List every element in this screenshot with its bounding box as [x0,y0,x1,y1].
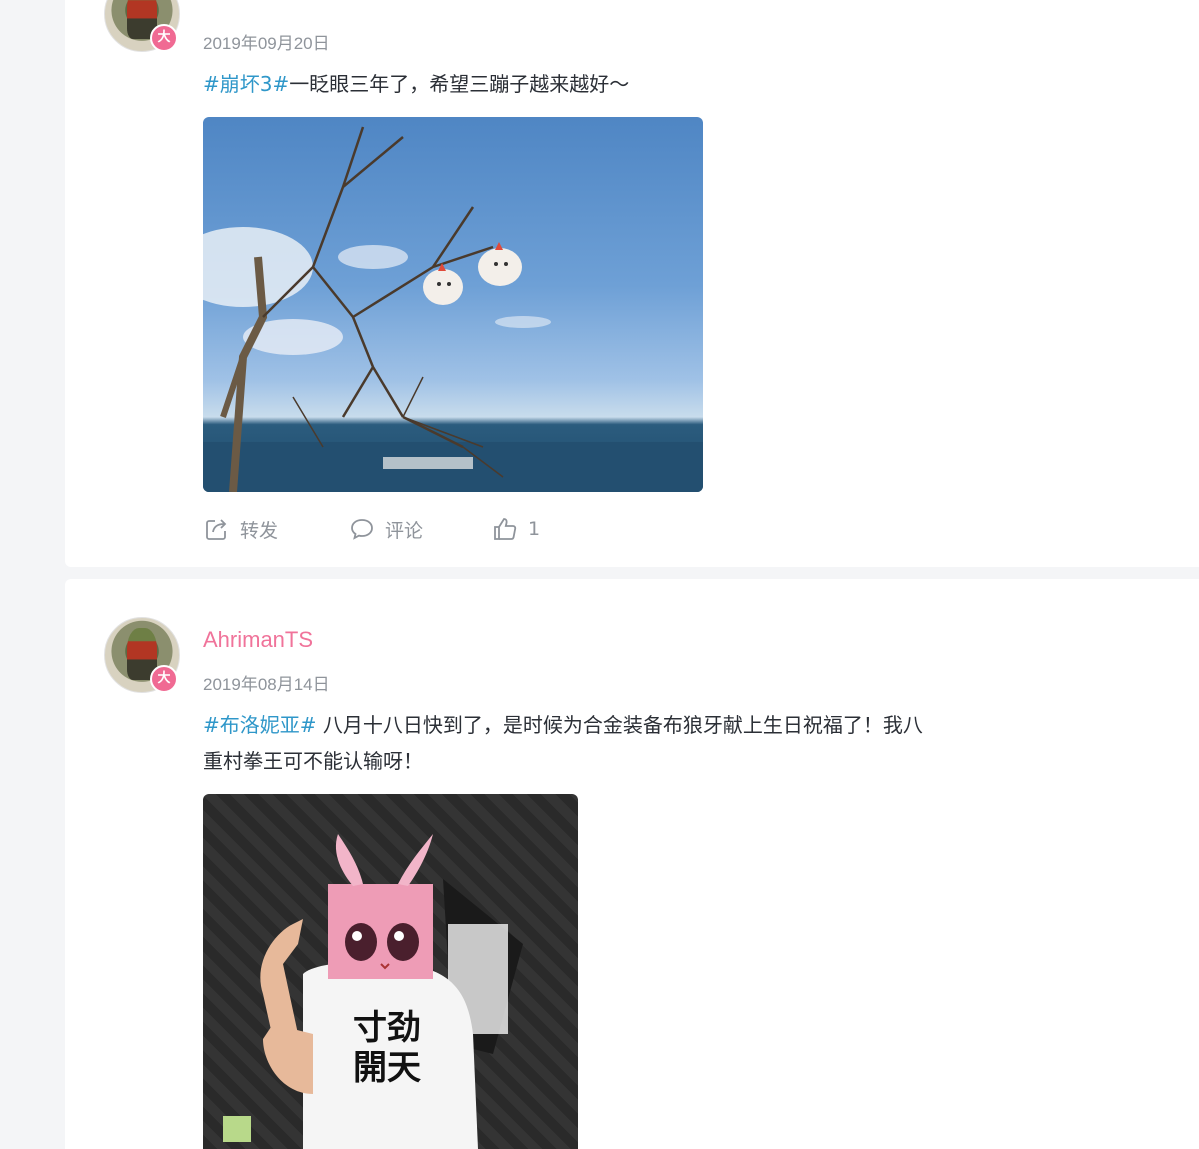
svg-text:開天: 開天 [353,1048,421,1088]
username-link[interactable]: AhrimanTS [203,627,313,653]
comment-bubble-icon [351,519,373,540]
topic-tag-link[interactable]: #崩坏3# [203,72,289,96]
post-date: 2019年09月20日 [203,34,330,53]
post-text-body: 重村拳王可不能认输呀！ [203,749,423,773]
repost-label: 转发 [240,519,279,542]
svg-text:寸劲: 寸劲 [353,1008,421,1048]
topic-tag-link[interactable]: #布洛妮亚# [203,713,317,737]
share-icon [206,519,227,540]
photo-tree-sky [203,126,703,492]
feed-page: 大 2019年09月20日 #崩坏3#一眨眼三年了，希望三蹦子越来越好～ 转发 … [0,0,1199,1149]
post-content: #崩坏3#一眨眼三年了，希望三蹦子越来越好～ [203,66,629,102]
post-content: #布洛妮亚# 八月十八日快到了，是时候为合金装备布狼牙献上生日祝福了！我八 重村… [203,707,1023,779]
post-text-body: 八月十八日快到了，是时候为合金装备布狼牙献上生日祝福了！我八 [316,713,923,737]
comment-label: 评论 [385,519,424,542]
repost-button[interactable]: 转发 [204,515,278,543]
like-button[interactable]: 1 [492,515,540,543]
vip-badge-icon: 大 [150,24,178,52]
post-image[interactable]: 寸劲 開天 [203,794,578,1149]
thumbs-up-icon [494,518,517,540]
photo-person-box-mask: 寸劲 開天 [223,834,523,1149]
post-image[interactable] [203,117,703,492]
comment-button[interactable]: 评论 [349,515,423,543]
post-text-body: 一眨眼三年了，希望三蹦子越来越好～ [289,72,630,96]
post-date: 2019年08月14日 [203,675,330,694]
like-count: 1 [528,518,541,540]
vip-badge-icon: 大 [150,665,178,693]
